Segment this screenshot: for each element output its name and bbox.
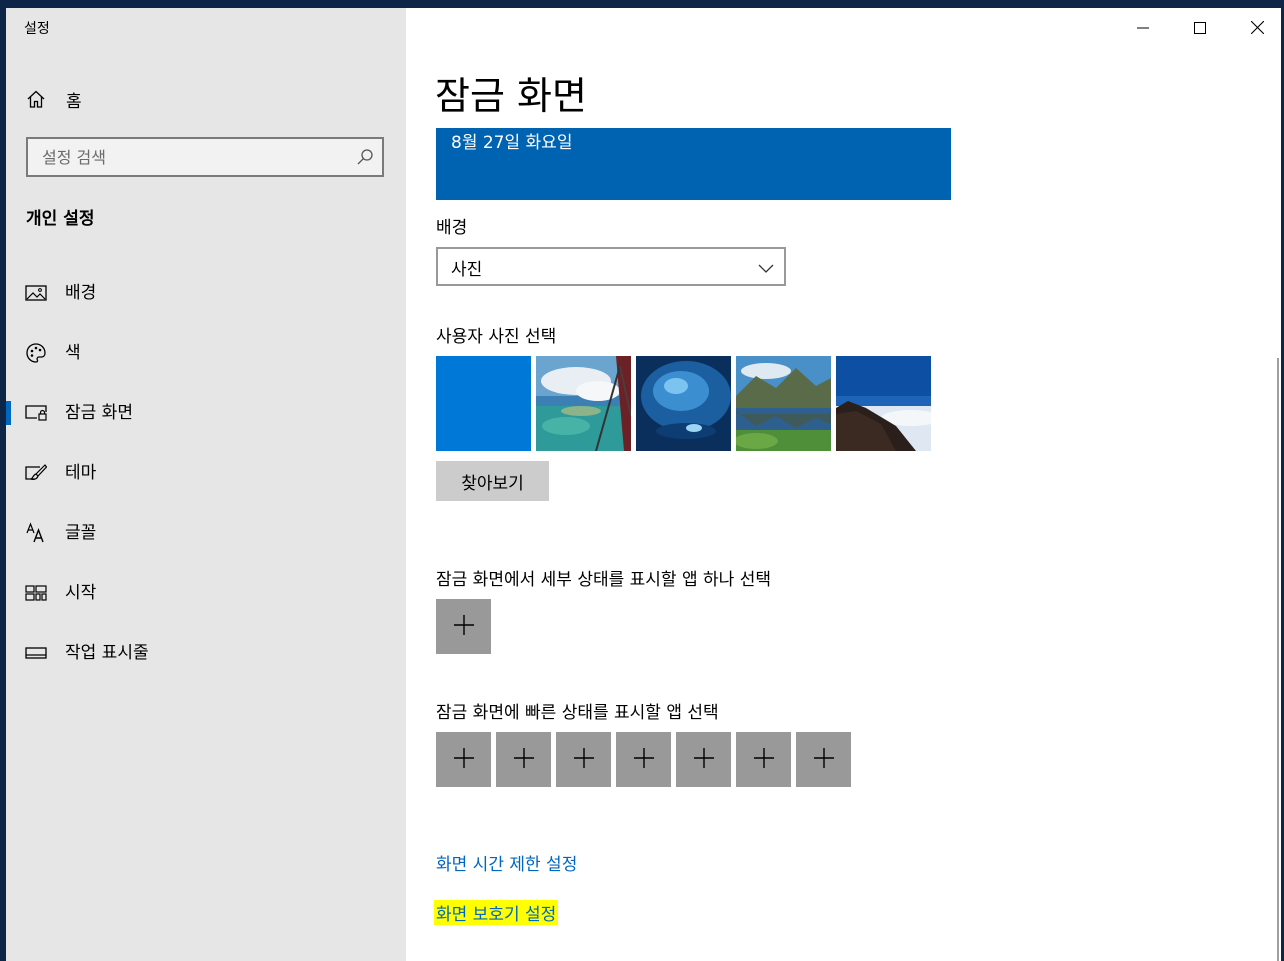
theme-brush-icon (24, 461, 48, 485)
nav-list: 배경 색 잠금 화면 테마 글꼴 시작 작업 표시줄 (6, 263, 406, 683)
taskbar-icon (24, 641, 48, 665)
detailed-status-label: 잠금 화면에서 세부 상태를 표시할 앱 하나 선택 (436, 570, 771, 590)
sidebar-item-taskbar[interactable]: 작업 표시줄 (6, 623, 406, 683)
home-nav-item[interactable]: 홈 (24, 86, 384, 112)
sidebar-item-color[interactable]: 색 (6, 323, 406, 383)
sidebar-item-label: 색 (65, 343, 81, 363)
sidebar-item-label: 시작 (65, 583, 97, 603)
photo-thumbnail-blue[interactable] (436, 356, 531, 451)
background-dropdown[interactable]: 사진 (436, 247, 786, 286)
picture-icon (24, 281, 48, 305)
maximize-icon (1194, 19, 1206, 38)
choose-photo-label: 사용자 사진 선택 (436, 327, 557, 347)
add-quick-status-app-button[interactable] (556, 732, 611, 787)
plus-icon (453, 614, 475, 640)
start-tiles-icon (24, 581, 48, 605)
browse-button[interactable]: 찾아보기 (436, 461, 549, 501)
page-title: 잠금 화면 (435, 74, 587, 118)
add-quick-status-app-button[interactable] (436, 732, 491, 787)
photo-thumbnail-mountain-lake[interactable] (736, 356, 831, 451)
sidebar-item-background[interactable]: 배경 (6, 263, 406, 323)
plus-icon (753, 747, 775, 773)
photo-thumbnail-ice-cave[interactable] (636, 356, 731, 451)
add-quick-status-app-button[interactable] (616, 732, 671, 787)
lock-screen-icon (24, 401, 48, 425)
search-box[interactable] (26, 137, 384, 177)
plus-icon (513, 747, 535, 773)
sidebar-item-label: 잠금 화면 (65, 403, 133, 423)
add-quick-status-app-button[interactable] (736, 732, 791, 787)
photo-thumbnail-hillside-clouds[interactable] (836, 356, 931, 451)
section-title: 개인 설정 (26, 209, 95, 229)
screen-saver-settings-link[interactable]: 화면 보호기 설정 (434, 900, 559, 925)
close-icon (1250, 19, 1264, 38)
home-label: 홈 (66, 91, 82, 112)
sidebar-item-fonts[interactable]: 글꼴 (6, 503, 406, 563)
sidebar-item-themes[interactable]: 테마 (6, 443, 406, 503)
sidebar-item-label: 배경 (65, 283, 97, 303)
photo-thumbnails (436, 356, 936, 451)
lock-screen-preview: 8월 27일 화요일 (436, 128, 951, 200)
sidebar-item-label: 테마 (65, 463, 97, 483)
add-quick-status-app-button[interactable] (676, 732, 731, 787)
add-detailed-status-app-button[interactable] (436, 599, 491, 654)
preview-date: 8월 27일 화요일 (451, 133, 573, 153)
sidebar-item-label: 글꼴 (65, 523, 97, 543)
add-quick-status-app-button[interactable] (796, 732, 851, 787)
plus-icon (693, 747, 715, 773)
home-icon (24, 87, 48, 111)
sidebar-item-start[interactable]: 시작 (6, 563, 406, 623)
font-icon (24, 521, 48, 545)
maximize-button[interactable] (1177, 12, 1223, 44)
plus-icon (573, 747, 595, 773)
plus-icon (633, 747, 655, 773)
quick-status-label: 잠금 화면에 빠른 상태를 표시할 앱 선택 (436, 703, 719, 723)
sidebar-item-label: 작업 표시줄 (65, 643, 149, 663)
main-content: 잠금 화면 8월 27일 화요일 배경 사진 사용자 사진 선택 찾아보기 잠금… (406, 8, 1281, 961)
search-icon (356, 148, 374, 166)
sidebar-item-lock-screen[interactable]: 잠금 화면 (6, 383, 406, 443)
minimize-button[interactable] (1120, 12, 1166, 44)
plus-icon (813, 747, 835, 773)
photo-thumbnail-aerial[interactable] (536, 356, 631, 451)
background-label: 배경 (436, 218, 468, 238)
minimize-icon (1137, 19, 1149, 38)
screen-timeout-settings-link[interactable]: 화면 시간 제한 설정 (436, 850, 577, 875)
settings-window: 설정 홈 개인 설정 배경 (6, 8, 1281, 961)
add-quick-status-app-button[interactable] (496, 732, 551, 787)
sidebar: 설정 홈 개인 설정 배경 (6, 8, 406, 961)
background-dropdown-value: 사진 (451, 260, 483, 280)
chevron-down-icon (758, 260, 774, 274)
palette-icon (24, 341, 48, 365)
close-button[interactable] (1234, 12, 1280, 44)
plus-icon (453, 747, 475, 773)
search-input[interactable] (28, 139, 362, 175)
app-title: 설정 (24, 21, 50, 37)
scrollbar[interactable] (1277, 358, 1279, 961)
